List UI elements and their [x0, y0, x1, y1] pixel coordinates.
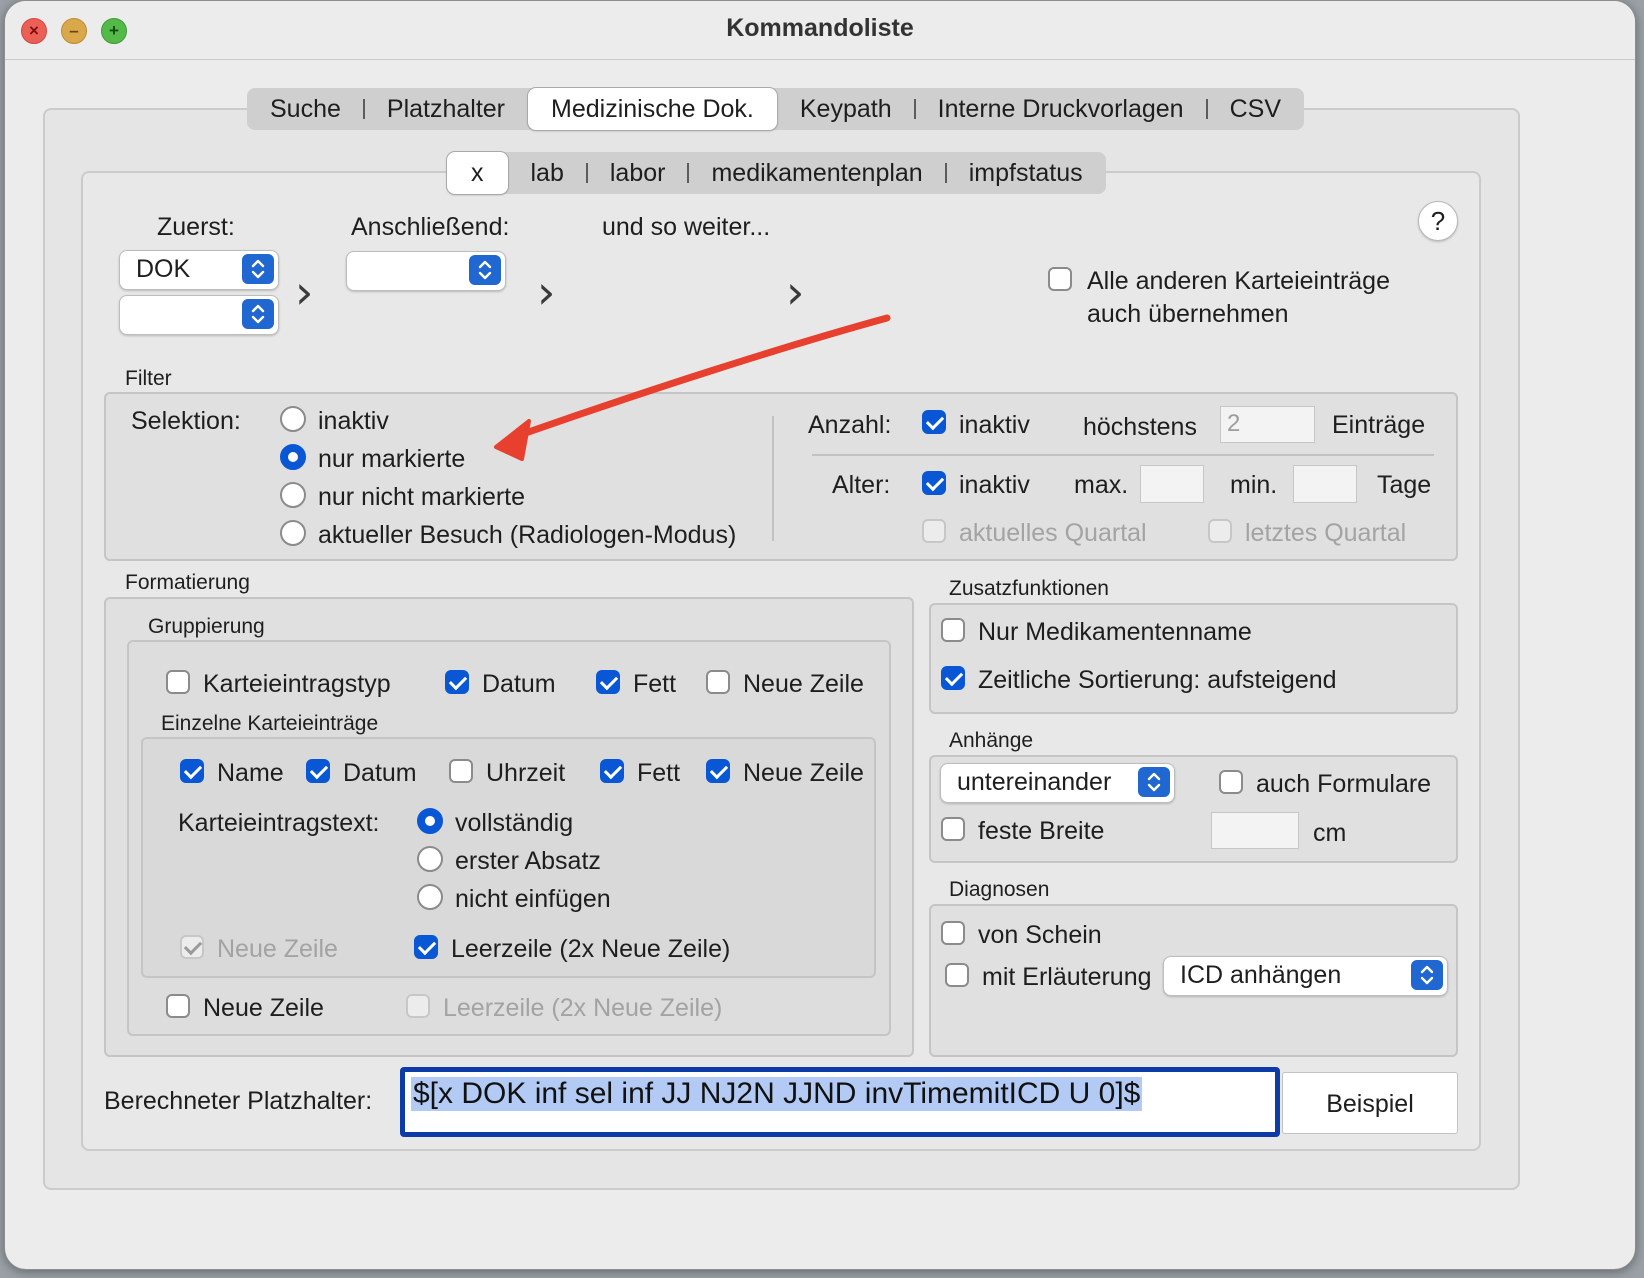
window: × – + Kommandoliste Suche Platzhalter Me…: [4, 0, 1636, 1270]
annotation-arrow-icon: [494, 314, 891, 461]
